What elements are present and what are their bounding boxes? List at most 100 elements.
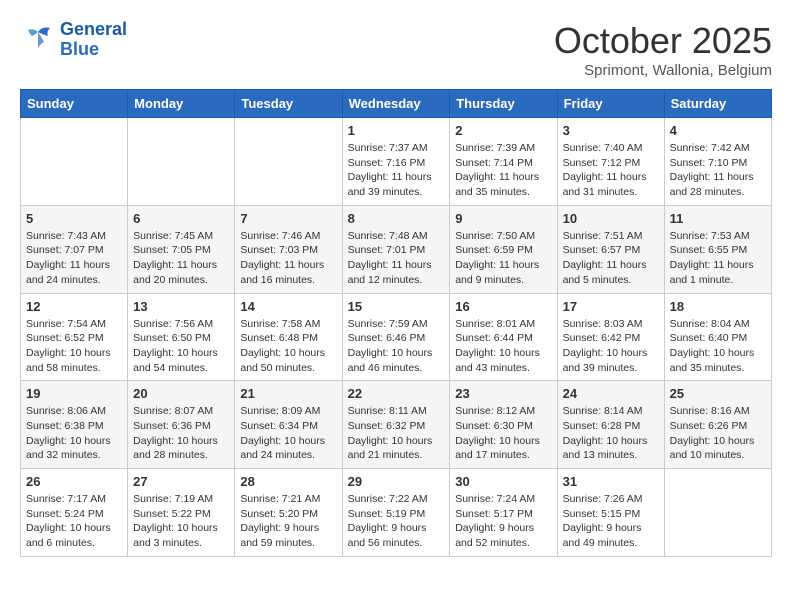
day-number: 31 — [563, 474, 659, 489]
calendar-cell: 13 Sunrise: 7:56 AM Sunset: 6:50 PM Dayli… — [128, 293, 235, 381]
day-info: Sunrise: 7:19 AM Sunset: 5:22 PM Dayligh… — [133, 492, 229, 551]
day-info: Sunrise: 7:45 AM Sunset: 7:05 PM Dayligh… — [133, 229, 229, 288]
calendar-cell: 23 Sunrise: 8:12 AM Sunset: 6:30 PM Dayli… — [450, 381, 557, 469]
calendar-cell — [128, 118, 235, 206]
calendar-cell: 7Sunrise: 7:46 AM Sunset: 7:03 PM Daylig… — [235, 205, 342, 293]
day-number: 27 — [133, 474, 229, 489]
calendar-cell: 16 Sunrise: 8:01 AM Sunset: 6:44 PM Dayli… — [450, 293, 557, 381]
day-number: 12 — [26, 299, 122, 314]
day-info: Sunrise: 7:22 AM Sunset: 5:19 PM Dayligh… — [348, 492, 445, 551]
calendar-week-row: 5 Sunrise: 7:43 AM Sunset: 7:07 PM Daylig… — [21, 205, 772, 293]
day-number: 4 — [670, 123, 766, 138]
day-info: Sunrise: 7:21 AM Sunset: 5:20 PM Dayligh… — [240, 492, 336, 551]
location-subtitle: Sprimont, Wallonia, Belgium — [554, 62, 772, 79]
calendar-cell — [235, 118, 342, 206]
calendar-cell: 21 Sunrise: 8:09 AM Sunset: 6:34 PM Dayli… — [235, 381, 342, 469]
weekday-header-cell: Saturday — [664, 90, 771, 118]
day-number: 13 — [133, 299, 229, 314]
day-info: Sunrise: 7:59 AM Sunset: 6:46 PM Dayligh… — [348, 317, 445, 376]
day-info: Sunrise: 8:03 AM Sunset: 6:42 PM Dayligh… — [563, 317, 659, 376]
calendar-cell — [664, 469, 771, 557]
calendar-cell: 27 Sunrise: 7:19 AM Sunset: 5:22 PM Dayli… — [128, 469, 235, 557]
day-info: Sunrise: 8:09 AM Sunset: 6:34 PM Dayligh… — [240, 404, 336, 463]
day-info: Sunrise: 8:01 AM Sunset: 6:44 PM Dayligh… — [455, 317, 551, 376]
day-info: Sunrise: 7:24 AM Sunset: 5:17 PM Dayligh… — [455, 492, 551, 551]
weekday-header-cell: Monday — [128, 90, 235, 118]
day-number: 15 — [348, 299, 445, 314]
day-info: Sunrise: 7:46 AM Sunset: 7:03 PM Dayligh… — [240, 229, 336, 288]
day-info: Sunrise: 7:58 AM Sunset: 6:48 PM Dayligh… — [240, 317, 336, 376]
month-title: October 2025 — [554, 20, 772, 62]
calendar-cell: 14 Sunrise: 7:58 AM Sunset: 6:48 PM Dayli… — [235, 293, 342, 381]
day-number: 18 — [670, 299, 766, 314]
calendar-cell: 26Sunrise: 7:17 AM Sunset: 5:24 PM Dayli… — [21, 469, 128, 557]
calendar-cell: 25Sunrise: 8:16 AM Sunset: 6:26 PM Dayli… — [664, 381, 771, 469]
day-info: Sunrise: 7:56 AM Sunset: 6:50 PM Dayligh… — [133, 317, 229, 376]
day-number: 22 — [348, 386, 445, 401]
day-number: 6 — [133, 211, 229, 226]
calendar-table: SundayMondayTuesdayWednesdayThursdayFrid… — [20, 89, 772, 557]
logo-icon — [20, 24, 56, 56]
day-number: 28 — [240, 474, 336, 489]
day-info: Sunrise: 7:39 AM Sunset: 7:14 PM Dayligh… — [455, 141, 551, 200]
weekday-header-cell: Thursday — [450, 90, 557, 118]
day-number: 5 — [26, 211, 122, 226]
calendar-cell: 31 Sunrise: 7:26 AM Sunset: 5:15 PM Dayli… — [557, 469, 664, 557]
day-info: Sunrise: 8:06 AM Sunset: 6:38 PM Dayligh… — [26, 404, 122, 463]
day-number: 8 — [348, 211, 445, 226]
day-info: Sunrise: 7:40 AM Sunset: 7:12 PM Dayligh… — [563, 141, 659, 200]
calendar-cell: 22 Sunrise: 8:11 AM Sunset: 6:32 PM Dayli… — [342, 381, 450, 469]
calendar-cell: 5 Sunrise: 7:43 AM Sunset: 7:07 PM Daylig… — [21, 205, 128, 293]
day-number: 19 — [26, 386, 122, 401]
page-header: General Blue October 2025 Sprimont, Wall… — [20, 20, 772, 79]
day-number: 1 — [348, 123, 445, 138]
calendar-cell: 2 Sunrise: 7:39 AM Sunset: 7:14 PM Daylig… — [450, 118, 557, 206]
calendar-cell — [21, 118, 128, 206]
weekday-header-cell: Friday — [557, 90, 664, 118]
calendar-cell: 24 Sunrise: 8:14 AM Sunset: 6:28 PM Dayli… — [557, 381, 664, 469]
calendar-cell: 20Sunrise: 8:07 AM Sunset: 6:36 PM Dayli… — [128, 381, 235, 469]
calendar-cell: 11Sunrise: 7:53 AM Sunset: 6:55 PM Dayli… — [664, 205, 771, 293]
calendar-week-row: 19 Sunrise: 8:06 AM Sunset: 6:38 PM Dayli… — [21, 381, 772, 469]
logo: General Blue — [20, 20, 127, 60]
day-info: Sunrise: 7:42 AM Sunset: 7:10 PM Dayligh… — [670, 141, 766, 200]
day-info: Sunrise: 7:54 AM Sunset: 6:52 PM Dayligh… — [26, 317, 122, 376]
day-info: Sunrise: 7:48 AM Sunset: 7:01 PM Dayligh… — [348, 229, 445, 288]
day-info: Sunrise: 7:50 AM Sunset: 6:59 PM Dayligh… — [455, 229, 551, 288]
day-info: Sunrise: 8:14 AM Sunset: 6:28 PM Dayligh… — [563, 404, 659, 463]
calendar-cell: 19 Sunrise: 8:06 AM Sunset: 6:38 PM Dayli… — [21, 381, 128, 469]
day-info: Sunrise: 7:51 AM Sunset: 6:57 PM Dayligh… — [563, 229, 659, 288]
day-number: 21 — [240, 386, 336, 401]
day-number: 16 — [455, 299, 551, 314]
weekday-header-cell: Wednesday — [342, 90, 450, 118]
calendar-cell: 1 Sunrise: 7:37 AM Sunset: 7:16 PM Daylig… — [342, 118, 450, 206]
calendar-cell: 30Sunrise: 7:24 AM Sunset: 5:17 PM Dayli… — [450, 469, 557, 557]
calendar-cell: 28 Sunrise: 7:21 AM Sunset: 5:20 PM Dayli… — [235, 469, 342, 557]
day-number: 23 — [455, 386, 551, 401]
weekday-header-row: SundayMondayTuesdayWednesdayThursdayFrid… — [21, 90, 772, 118]
day-info: Sunrise: 8:12 AM Sunset: 6:30 PM Dayligh… — [455, 404, 551, 463]
calendar-cell: 15 Sunrise: 7:59 AM Sunset: 6:46 PM Dayli… — [342, 293, 450, 381]
calendar-cell: 9Sunrise: 7:50 AM Sunset: 6:59 PM Daylig… — [450, 205, 557, 293]
day-number: 14 — [240, 299, 336, 314]
calendar-cell: 8 Sunrise: 7:48 AM Sunset: 7:01 PM Daylig… — [342, 205, 450, 293]
day-info: Sunrise: 7:43 AM Sunset: 7:07 PM Dayligh… — [26, 229, 122, 288]
day-number: 17 — [563, 299, 659, 314]
day-number: 2 — [455, 123, 551, 138]
day-info: Sunrise: 8:11 AM Sunset: 6:32 PM Dayligh… — [348, 404, 445, 463]
day-info: Sunrise: 7:26 AM Sunset: 5:15 PM Dayligh… — [563, 492, 659, 551]
day-number: 29 — [348, 474, 445, 489]
calendar-cell: 12 Sunrise: 7:54 AM Sunset: 6:52 PM Dayli… — [21, 293, 128, 381]
day-number: 25 — [670, 386, 766, 401]
calendar-cell: 10 Sunrise: 7:51 AM Sunset: 6:57 PM Dayli… — [557, 205, 664, 293]
day-number: 24 — [563, 386, 659, 401]
weekday-header-cell: Tuesday — [235, 90, 342, 118]
day-number: 10 — [563, 211, 659, 226]
calendar-cell: 4 Sunrise: 7:42 AM Sunset: 7:10 PM Daylig… — [664, 118, 771, 206]
logo-text: General Blue — [60, 20, 127, 60]
calendar-week-row: 1 Sunrise: 7:37 AM Sunset: 7:16 PM Daylig… — [21, 118, 772, 206]
day-info: Sunrise: 7:53 AM Sunset: 6:55 PM Dayligh… — [670, 229, 766, 288]
day-info: Sunrise: 7:37 AM Sunset: 7:16 PM Dayligh… — [348, 141, 445, 200]
calendar-cell: 6 Sunrise: 7:45 AM Sunset: 7:05 PM Daylig… — [128, 205, 235, 293]
calendar-cell: 18Sunrise: 8:04 AM Sunset: 6:40 PM Dayli… — [664, 293, 771, 381]
